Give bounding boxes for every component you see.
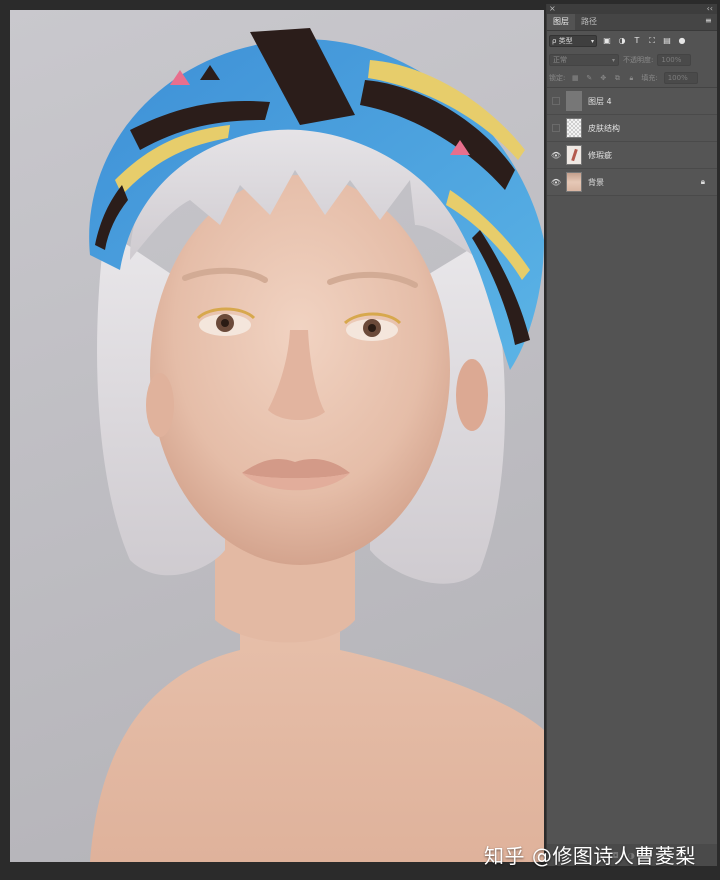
layer-row[interactable]: 👁︎ 背景 🔒︎ xyxy=(547,169,717,196)
blend-mode-select[interactable]: 正常 ▾ xyxy=(549,54,619,66)
portrait-photo xyxy=(89,28,544,862)
tab-layers[interactable]: 图层 xyxy=(547,14,575,30)
layer-filter-row: ρ 类型 ▾ ▣ ◑ T ⛶ ▤ ● xyxy=(547,31,717,51)
filter-toggle-icon[interactable]: ● xyxy=(677,36,687,46)
layer-row[interactable]: 图层 4 xyxy=(547,88,717,115)
watermark-text: 知乎 @修图诗人曹菱梨 xyxy=(484,844,696,868)
close-panel-icon[interactable]: × xyxy=(549,4,556,14)
collapse-panel-icon[interactable]: ‹‹ xyxy=(707,4,713,14)
lock-label: 锁定: xyxy=(549,74,566,82)
layer-thumbnail xyxy=(566,91,582,111)
eye-icon[interactable]: 👁︎ xyxy=(549,178,563,187)
opacity-field[interactable]: 100% xyxy=(657,54,692,66)
layer-name: 修瑕疵 xyxy=(588,150,612,160)
layer-name: 背景 xyxy=(588,177,604,187)
chevron-down-icon: ▾ xyxy=(611,56,615,64)
lock-position-icon[interactable]: ✥ xyxy=(599,74,607,82)
visibility-toggle-off[interactable] xyxy=(552,124,560,132)
lock-row: 锁定: ▦ ✎ ✥ ⧉ 🔒︎ 填充: 100% xyxy=(547,69,717,87)
layer-row[interactable]: 👁︎ 修瑕疵 xyxy=(547,142,717,169)
filter-kind-label: ρ 类型 xyxy=(552,37,573,45)
shape-filter-icon[interactable]: ⛶ xyxy=(647,36,657,46)
chevron-down-icon: ▾ xyxy=(590,37,594,45)
panel-menu-icon[interactable]: ≡ xyxy=(705,17,713,25)
layer-name: 皮肤结构 xyxy=(588,123,620,133)
image-filter-icon[interactable]: ▣ xyxy=(602,36,612,46)
lock-all-icon[interactable]: 🔒︎ xyxy=(627,74,635,82)
fill-field[interactable]: 100% xyxy=(663,72,698,84)
tab-paths[interactable]: 路径 xyxy=(575,14,603,30)
blend-mode-value: 正常 xyxy=(553,56,567,64)
lock-icon: 🔒︎ xyxy=(700,177,705,186)
eye-icon[interactable]: 👁︎ xyxy=(549,151,563,160)
lock-transparent-icon[interactable]: ▦ xyxy=(571,74,579,82)
layer-name: 图层 4 xyxy=(588,96,612,106)
opacity-label: 不透明度: xyxy=(623,56,654,64)
adjustment-filter-icon[interactable]: ◑ xyxy=(617,36,627,46)
filter-kind-select[interactable]: ρ 类型 ▾ xyxy=(549,35,597,47)
blend-row: 正常 ▾ 不透明度: 100% xyxy=(547,51,717,69)
panel-tabs: 图层 路径 ≡ xyxy=(547,14,717,31)
layer-thumbnail xyxy=(566,145,582,165)
smart-object-filter-icon[interactable]: ▤ xyxy=(662,36,672,46)
layer-thumbnail xyxy=(566,172,582,192)
visibility-toggle-off[interactable] xyxy=(552,97,560,105)
lock-artboard-icon[interactable]: ⧉ xyxy=(613,74,621,82)
layer-row[interactable]: 皮肤结构 xyxy=(547,115,717,142)
layer-thumbnail xyxy=(566,118,582,138)
layers-panel: × ‹‹ 图层 路径 ≡ ρ 类型 ▾ ▣ ◑ T ⛶ ▤ ● 正常 ▾ 不透明… xyxy=(546,4,717,866)
layers-list: 图层 4 皮肤结构 👁︎ 修瑕疵 👁︎ 背景 🔒︎ xyxy=(547,87,717,196)
fill-label: 填充: xyxy=(641,74,658,82)
document-canvas[interactable] xyxy=(10,10,544,862)
lock-pixels-icon[interactable]: ✎ xyxy=(585,74,593,82)
panel-header-strip: × ‹‹ xyxy=(547,4,717,14)
type-filter-icon[interactable]: T xyxy=(632,36,642,46)
